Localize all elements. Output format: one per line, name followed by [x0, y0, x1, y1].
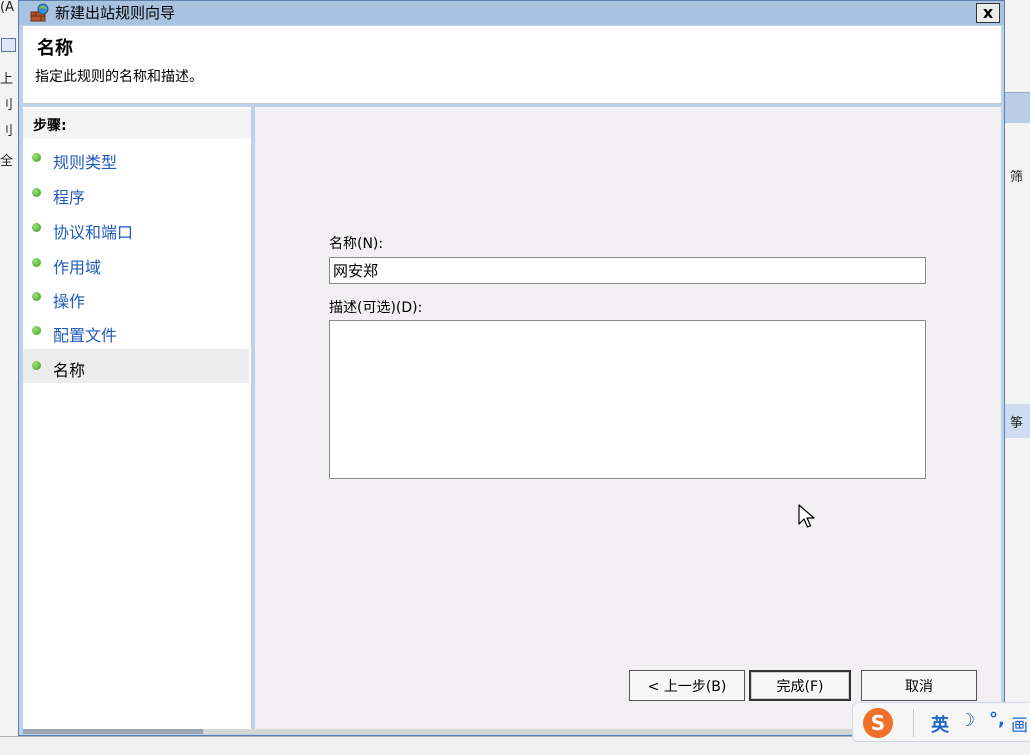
step-label[interactable]: 操作	[53, 288, 85, 312]
background-text: 刂	[0, 98, 14, 113]
steps-header: 步骤:	[23, 109, 251, 139]
sogou-logo-icon[interactable]: S	[863, 708, 893, 738]
background-app-left: (A 上 刂 刂 全	[0, 0, 19, 754]
step-status-icon	[32, 292, 41, 301]
step-profile[interactable]: 配置文件	[23, 314, 249, 348]
background-text: 筛	[1010, 170, 1024, 185]
scrollbar-thumb[interactable]	[23, 729, 203, 734]
steps-pane: 步骤: 规则类型 程序 协议和端口 作用域 操作 配置文件 名称	[23, 107, 251, 733]
ime-separator	[913, 709, 914, 737]
step-status-icon	[32, 326, 41, 335]
name-field[interactable]	[329, 257, 926, 284]
step-status-icon	[32, 258, 41, 267]
title-bar[interactable]: 新建出站规则向导 x	[19, 1, 1004, 25]
background-text: (A	[0, 0, 14, 15]
finish-button[interactable]: 完成(F)	[749, 670, 851, 701]
firewall-wizard-icon	[30, 3, 49, 22]
step-program[interactable]: 程序	[23, 176, 249, 210]
outbound-rule-wizard-window: 新建出站规则向导 x 名称 指定此规则的名称和描述。 步骤: 规则类型 程序 协…	[18, 0, 1005, 736]
wizard-header: 名称 指定此规则的名称和描述。	[23, 26, 1001, 104]
step-rule-type[interactable]: 规则类型	[23, 141, 249, 175]
step-label[interactable]: 作用域	[53, 254, 101, 278]
mouse-cursor-icon	[798, 504, 815, 528]
background-text: 筝	[1010, 416, 1024, 431]
half-width-icon[interactable]: ☽	[959, 710, 975, 731]
wizard-content: 名称(N): 描述(可选)(D): < 上一步(B) 完成(F) 取消	[255, 107, 1001, 733]
background-header	[1005, 92, 1030, 123]
close-icon: x	[982, 3, 994, 22]
cancel-button[interactable]: 取消	[861, 670, 977, 701]
close-button[interactable]: x	[976, 3, 1000, 23]
step-status-icon	[32, 361, 41, 370]
description-field[interactable]	[329, 320, 926, 479]
ime-toolbar[interactable]: S 英 ☽ °, 画	[852, 702, 1030, 742]
step-status-icon	[32, 223, 41, 232]
step-name-current: 名称	[23, 349, 249, 383]
step-protocol-and-ports[interactable]: 协议和端口	[23, 211, 249, 245]
step-label: 名称	[53, 361, 86, 380]
ime-mode-toggle[interactable]: 英	[931, 711, 949, 737]
step-label[interactable]: 程序	[53, 184, 85, 208]
background-text: 全	[0, 154, 14, 169]
back-button[interactable]: < 上一步(B)	[629, 670, 745, 701]
punctuation-icon[interactable]: °,	[989, 709, 1005, 730]
background-app-right: 筛 筝	[1005, 0, 1030, 754]
step-action[interactable]: 操作	[23, 280, 249, 314]
step-status-icon	[32, 153, 41, 162]
background-text: 上	[0, 72, 14, 87]
step-status-icon	[32, 188, 41, 197]
ime-more-icon[interactable]: 画	[1011, 711, 1028, 736]
step-label[interactable]: 配置文件	[53, 322, 117, 346]
description-label: 描述(可选)(D):	[329, 300, 423, 316]
page-subtitle: 指定此规则的名称和描述。	[35, 69, 203, 85]
name-label: 名称(N):	[329, 236, 384, 252]
step-label[interactable]: 规则类型	[53, 149, 117, 173]
window-title: 新建出站规则向导	[55, 4, 176, 22]
step-scope[interactable]: 作用域	[23, 246, 249, 280]
page-title: 名称	[37, 38, 73, 59]
background-toolbar-icon	[1, 38, 16, 52]
step-label[interactable]: 协议和端口	[53, 219, 133, 243]
background-text: 刂	[0, 124, 14, 139]
steps-title: 步骤:	[33, 118, 67, 134]
